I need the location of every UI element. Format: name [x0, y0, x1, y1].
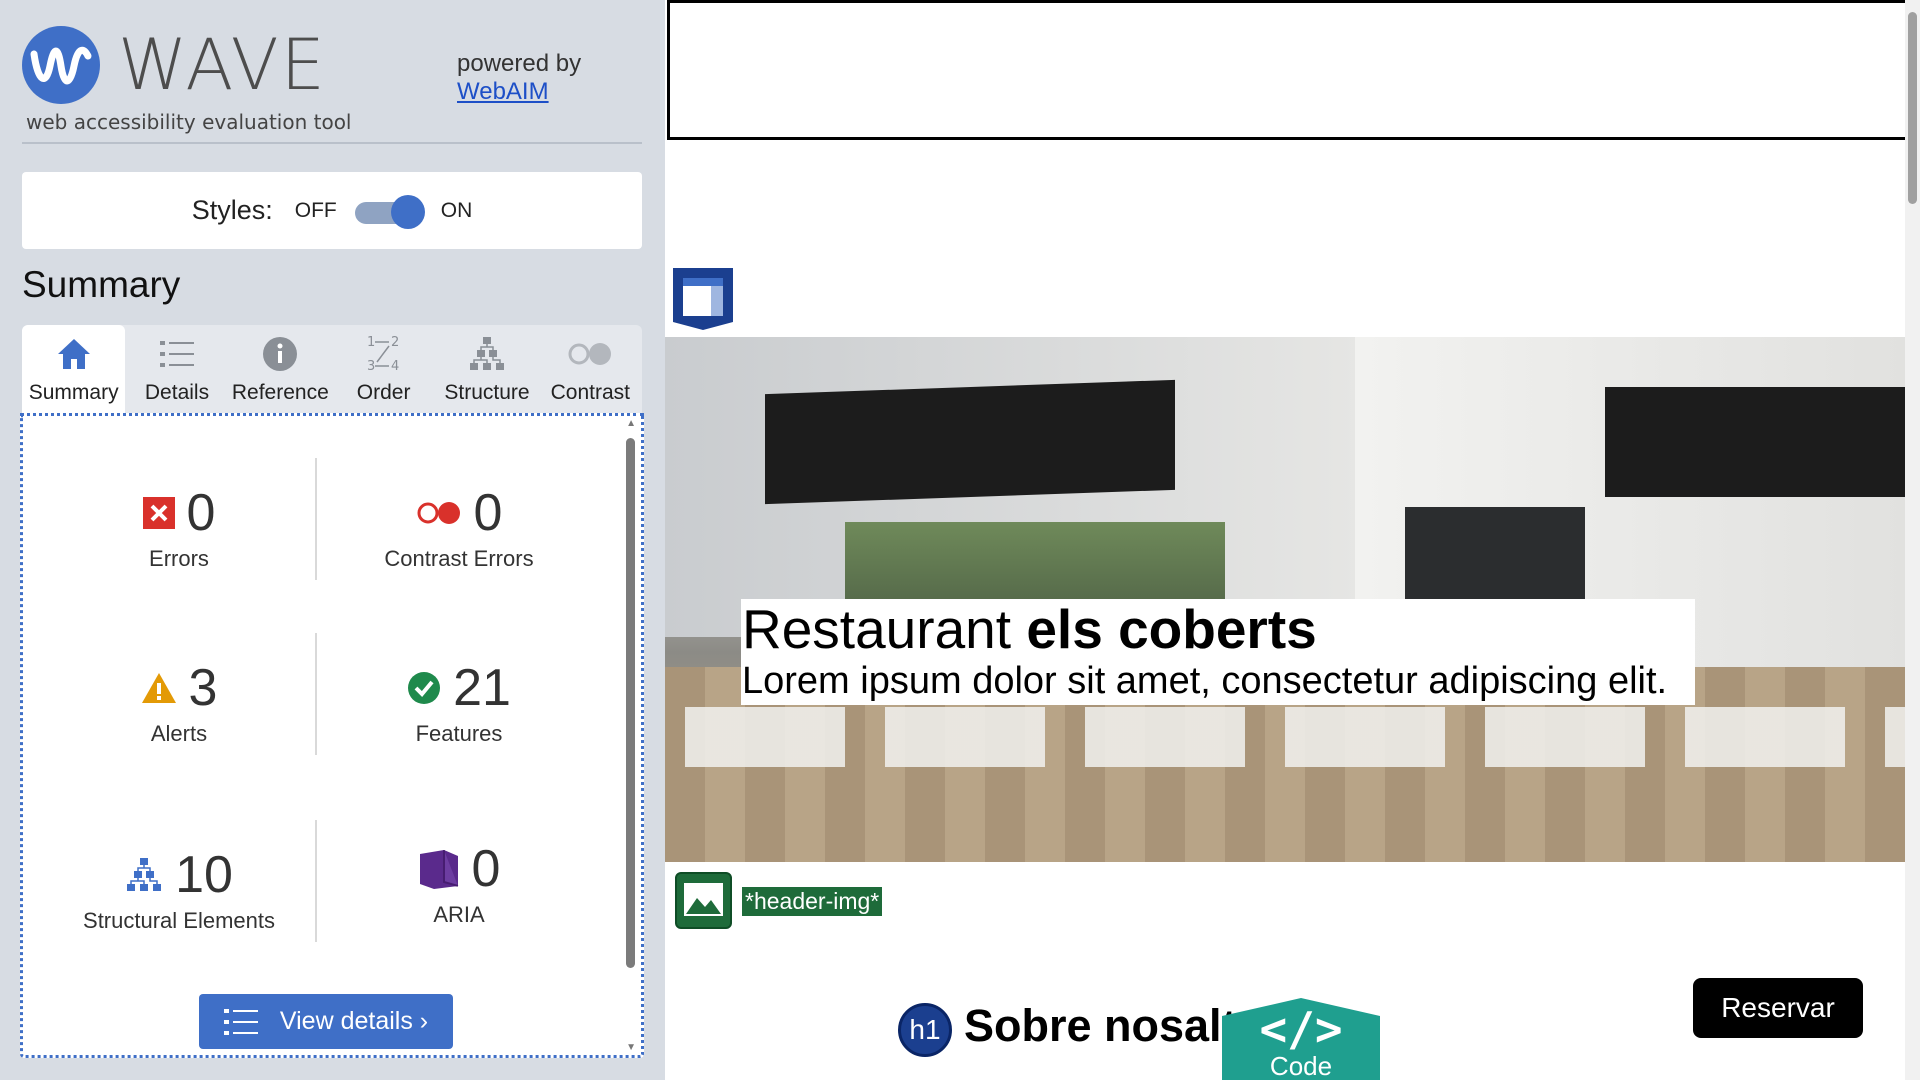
tab-details[interactable]: Details: [125, 325, 228, 413]
view-details-button[interactable]: View details ›: [199, 994, 453, 1049]
tab-reference[interactable]: Reference: [229, 325, 332, 413]
stat-alerts[interactable]: 3 Alerts: [39, 659, 319, 747]
hero-sign: [765, 379, 1175, 505]
hero-title: Restaurant els coberts: [742, 599, 1695, 659]
wave-tagline: web accessibility evaluation tool: [26, 110, 352, 134]
info-icon: [262, 331, 298, 377]
section-heading: Sobre nosaltr: [964, 1000, 1255, 1051]
tab-contrast[interactable]: Contrast: [539, 325, 642, 413]
structure-icon: [127, 858, 162, 891]
errors-label: Errors: [149, 546, 209, 571]
panel-tabs: Summary Details Reference 1 2 3 4 Order Str…: [22, 325, 642, 413]
home-icon: [56, 331, 92, 377]
features-count: 21: [453, 659, 511, 717]
tab-summary[interactable]: Summary: [22, 325, 126, 413]
wave-wordmark: WAVE: [118, 24, 327, 106]
toggle-knob: [390, 194, 425, 229]
stat-structural[interactable]: 10 Structural Elements: [39, 846, 319, 934]
page-top-region: [667, 0, 1905, 140]
structural-count: 10: [175, 846, 233, 904]
svg-text:3: 3: [367, 359, 375, 374]
tab-label: Summary: [28, 381, 119, 404]
hero-tables: [685, 707, 1905, 767]
hero-text-block: Restaurant els coberts Lorem ipsum dolor…: [741, 599, 1695, 705]
reservar-button[interactable]: Reservar: [1693, 978, 1863, 1038]
wave-sidebar: WAVE web accessibility evaluation tool p…: [0, 0, 665, 1080]
webaim-link[interactable]: WebAIM: [457, 78, 581, 106]
styles-label: Styles:: [191, 195, 273, 225]
styles-toggle-panel: Styles: OFF ON: [22, 172, 642, 249]
hero-subtitle: Lorem ipsum dolor sit amet, consectetur …: [742, 660, 1668, 702]
contrast-icon: [567, 331, 613, 377]
tab-order[interactable]: 1 2 3 4 Order: [332, 325, 435, 413]
panel-scrollbar[interactable]: [626, 438, 635, 968]
h1-badge-icon[interactable]: h1: [898, 1003, 952, 1057]
styles-off-label: OFF: [294, 198, 337, 222]
code-icon: </>: [1259, 1002, 1343, 1056]
scroll-up-icon[interactable]: ▲: [626, 418, 636, 429]
powered-by-text: powered by: [457, 50, 582, 77]
tab-structure[interactable]: Structure: [435, 325, 538, 413]
contrast-error-icon: [417, 502, 460, 524]
summary-panel: ▲ ▼ 0 Errors 0 Contrast Errors 3 Alerts …: [20, 413, 644, 1058]
svg-text:1: 1: [367, 335, 375, 350]
contrast-errors-label: Contrast Errors: [384, 546, 534, 571]
hero-title-bold: els coberts: [1026, 598, 1317, 660]
page-scrollbar-thumb[interactable]: [1908, 12, 1917, 204]
image-icon: [684, 883, 723, 916]
feature-icon: [408, 672, 441, 704]
aria-icon: [419, 850, 458, 889]
hero-title-regular: Restaurant: [742, 598, 1027, 660]
features-label: Features: [415, 721, 503, 746]
alt-text-label: *header-img*: [742, 887, 883, 916]
powered-by: powered by WebAIM: [457, 50, 581, 106]
code-tab-label: Code: [1269, 1051, 1333, 1080]
stat-aria[interactable]: 0 ARIA: [319, 840, 599, 928]
styles-toggle-switch[interactable]: [353, 194, 425, 229]
tab-label: Structure: [444, 381, 530, 404]
structure-icon: [468, 331, 506, 377]
tab-label: Contrast: [550, 381, 630, 404]
styles-on-label: ON: [440, 198, 473, 222]
errors-count: 0: [186, 484, 216, 542]
alert-icon: [141, 673, 176, 703]
list-icon: [223, 1008, 258, 1035]
wave-logo-icon: [22, 26, 100, 104]
summary-heading: Summary: [22, 264, 181, 305]
svg-text:2: 2: [391, 335, 399, 350]
wave-brand: WAVE web accessibility evaluation tool p…: [22, 26, 642, 144]
aria-count: 0: [471, 840, 501, 898]
structural-label: Structural Elements: [83, 908, 275, 933]
svg-text:4: 4: [391, 359, 399, 374]
stat-errors[interactable]: 0 Errors: [39, 484, 319, 572]
error-icon: [142, 497, 175, 529]
aria-label: ARIA: [433, 902, 485, 927]
alerts-label: Alerts: [150, 721, 208, 746]
view-details-label: View details ›: [279, 1007, 429, 1035]
page-scrollbar[interactable]: [1905, 0, 1920, 1080]
list-icon: [159, 331, 194, 377]
stat-contrast-errors[interactable]: 0 Contrast Errors: [319, 484, 599, 572]
stat-features[interactable]: 21 Features: [319, 659, 599, 747]
tab-label: Details: [144, 381, 210, 404]
tab-label: Order: [356, 381, 411, 404]
order-icon: 1 2 3 4: [365, 331, 403, 377]
image-alt-icon[interactable]: [675, 872, 732, 929]
scroll-down-icon[interactable]: ▼: [626, 1042, 636, 1053]
page-preview: [665, 0, 1905, 1080]
contrast-errors-count: 0: [473, 484, 503, 542]
hero-sign: [1605, 387, 1905, 497]
header-landmark-icon[interactable]: [671, 266, 735, 330]
alerts-count: 3: [188, 659, 218, 717]
tab-label: Reference: [231, 381, 329, 404]
